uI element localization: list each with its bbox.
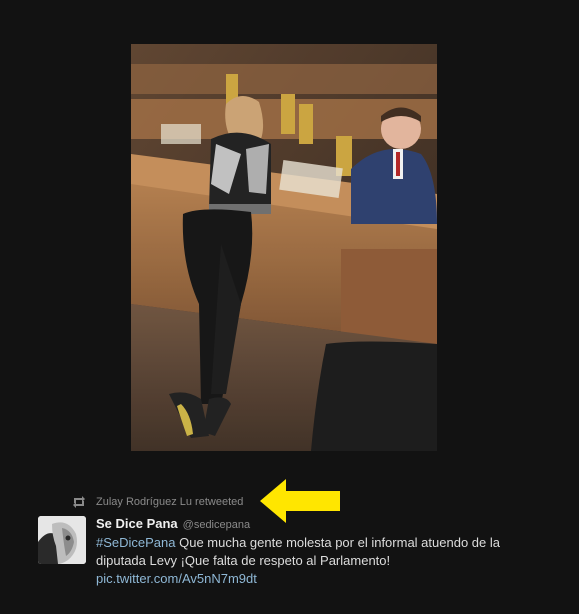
tweet-author-name[interactable]: Se Dice Pana <box>96 516 178 531</box>
tweet-text: #SeDicePana Que mucha gente molesta por … <box>96 534 536 570</box>
profile-avatar[interactable] <box>38 516 86 564</box>
tweet-header: Se Dice Pana @sedicepana <box>96 516 250 532</box>
parliament-photo-image <box>131 44 437 451</box>
retweet-context: Zulay Rodríguez Lu retweeted <box>72 494 243 510</box>
hashtag-link[interactable]: #SeDicePana <box>96 535 176 550</box>
tweet-media-link[interactable]: pic.twitter.com/Av5nN7m9dt <box>96 570 257 588</box>
yellow-arrow-pointer-icon <box>258 477 342 525</box>
tweet-author-username[interactable]: @sedicepana <box>183 519 250 531</box>
tweet-media-photo[interactable] <box>131 44 437 451</box>
retweeter-link[interactable]: Zulay Rodríguez Lu retweeted <box>96 496 243 508</box>
profile-avatar-icon <box>38 516 86 564</box>
retweet-icon <box>72 496 86 508</box>
